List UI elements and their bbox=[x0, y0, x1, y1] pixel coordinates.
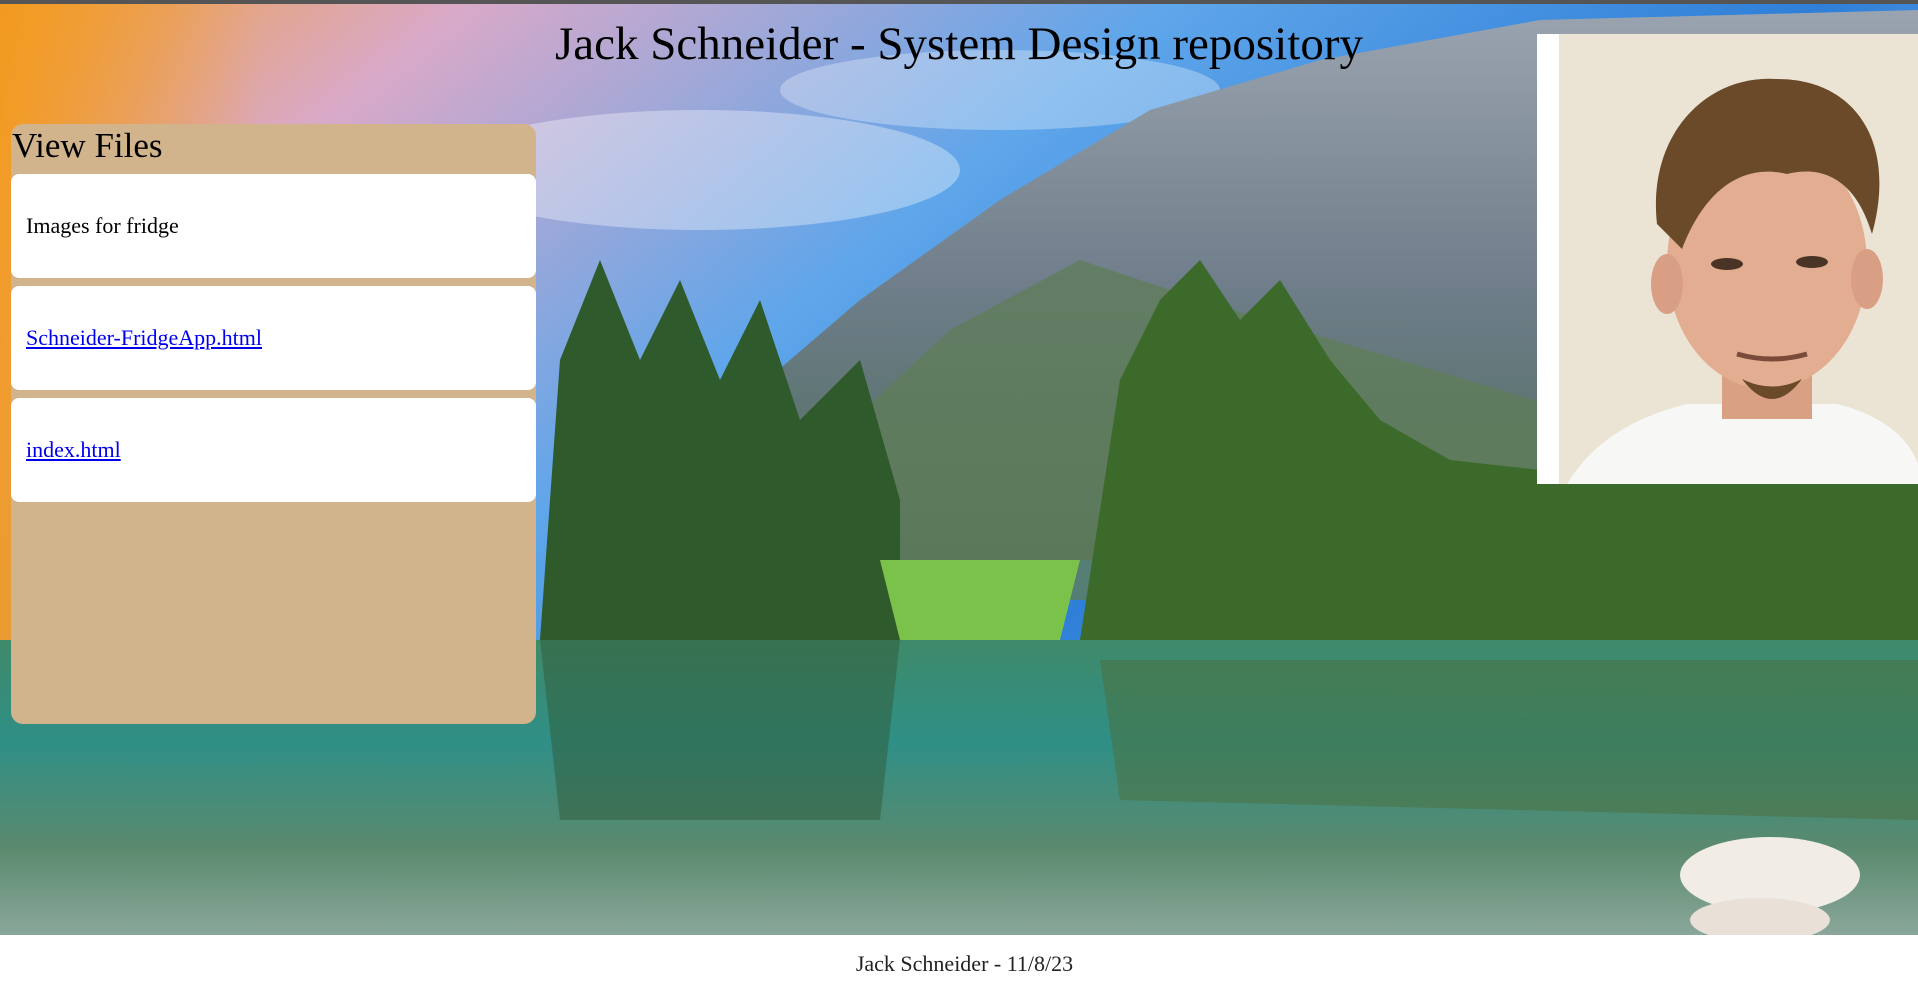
profile-photo-icon bbox=[1537, 34, 1918, 484]
file-item-fridge-app: Schneider-FridgeApp.html bbox=[11, 286, 536, 390]
footer-text: Jack Schneider - 11/8/23 bbox=[855, 951, 1074, 976]
files-panel-heading: View Files bbox=[12, 126, 163, 165]
file-item-images-for-fridge: Images for fridge bbox=[11, 174, 536, 278]
files-panel: View Files Images for fridge Schneider-F… bbox=[11, 124, 536, 724]
profile-photo bbox=[1537, 34, 1918, 484]
footer: Jack Schneider - 11/8/23 bbox=[11, 935, 1918, 987]
index-link[interactable]: index.html bbox=[26, 437, 121, 463]
fridge-app-link[interactable]: Schneider-FridgeApp.html bbox=[26, 325, 262, 351]
file-item-index: index.html bbox=[11, 398, 536, 502]
file-item-label: Images for fridge bbox=[26, 213, 179, 238]
page: Jack Schneider - System Design repositor… bbox=[0, 0, 1918, 987]
top-border bbox=[0, 0, 1918, 4]
